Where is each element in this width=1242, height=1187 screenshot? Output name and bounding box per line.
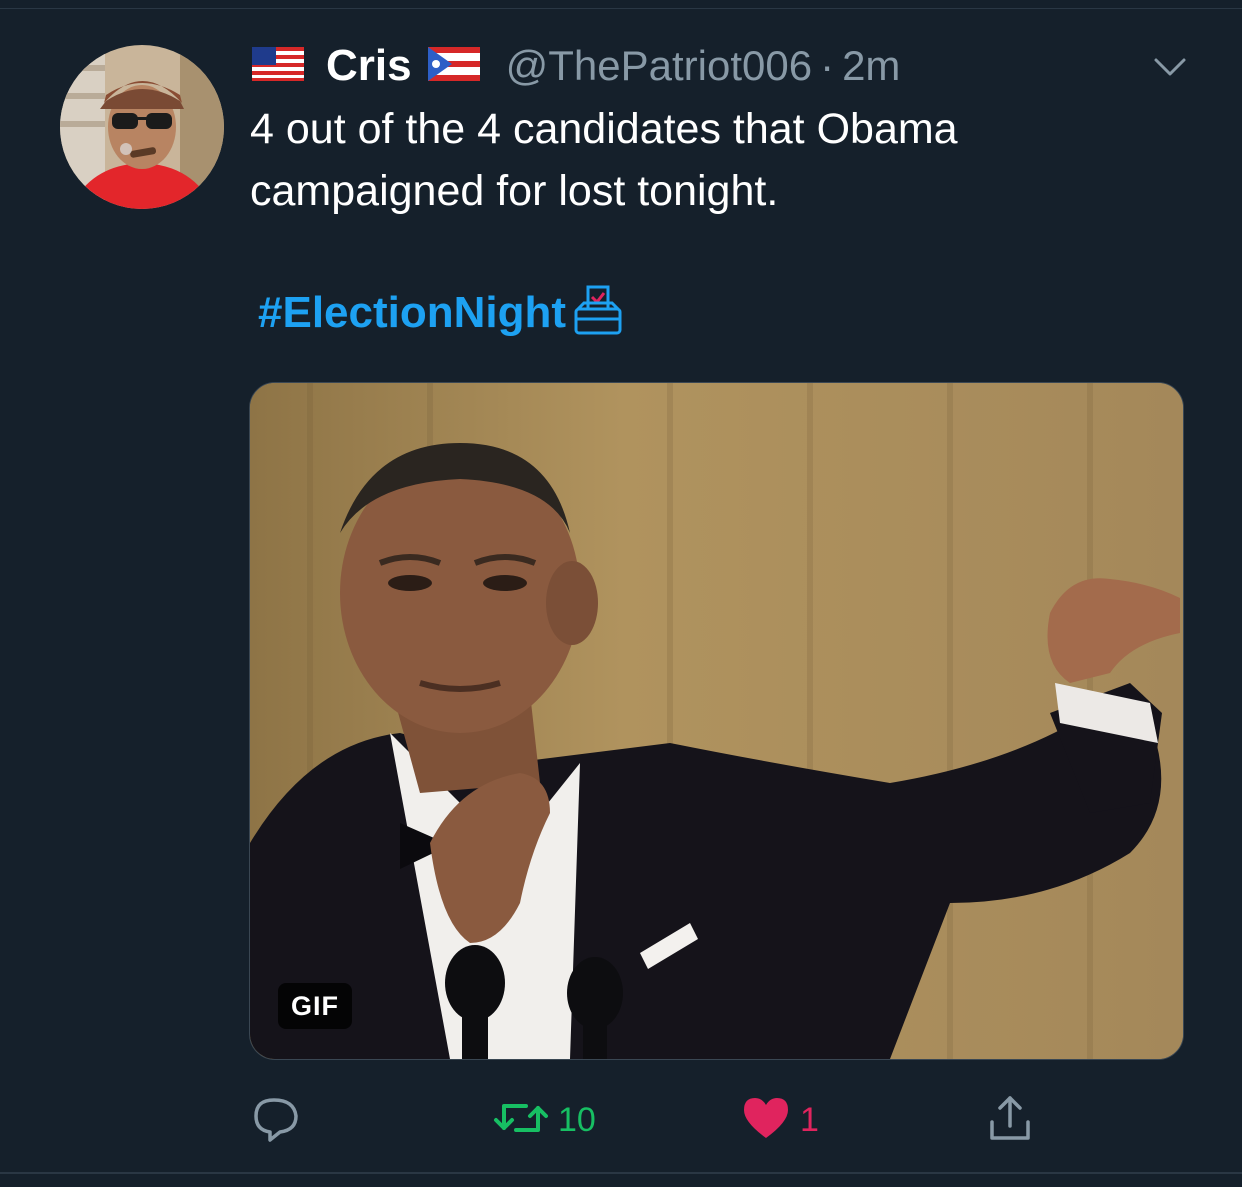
avatar[interactable] xyxy=(60,45,224,209)
puerto-rico-flag-icon xyxy=(427,46,480,86)
timestamp[interactable]: 2m xyxy=(842,42,900,90)
like-count: 1 xyxy=(800,1100,819,1139)
gif-media[interactable]: GIF xyxy=(249,382,1184,1060)
share-icon xyxy=(984,1092,1036,1149)
user-handle[interactable]: @ThePatriot006 xyxy=(506,42,812,90)
display-name[interactable]: Cris xyxy=(326,41,412,91)
divider xyxy=(0,1172,1242,1174)
reply-icon xyxy=(250,1092,302,1149)
retweet-button[interactable]: 10 xyxy=(492,1090,596,1150)
reply-button[interactable] xyxy=(250,1090,302,1150)
retweet-icon xyxy=(492,1092,550,1149)
action-bar: 10 1 xyxy=(0,1090,1242,1150)
hashtag-row: #ElectionNight xyxy=(258,282,624,344)
us-flag-icon xyxy=(252,46,304,86)
separator-dot: · xyxy=(820,42,835,89)
like-button[interactable]: 1 xyxy=(740,1090,819,1150)
chevron-down-icon[interactable] xyxy=(1150,52,1190,82)
tweet-text: 4 out of the 4 candidates that Obama cam… xyxy=(250,105,958,215)
tweet-header: Cris @ThePatriot006 · 2m xyxy=(252,38,900,94)
share-button[interactable] xyxy=(984,1090,1036,1150)
heart-icon xyxy=(740,1092,792,1149)
divider xyxy=(0,8,1242,9)
gif-badge: GIF xyxy=(278,983,352,1029)
ballot-box-icon xyxy=(572,285,624,342)
hashtag-link[interactable]: #ElectionNight xyxy=(258,288,566,338)
tweet[interactable]: Cris @ThePatriot006 · 2m 4 out of the 4 … xyxy=(0,0,1242,1187)
retweet-count: 10 xyxy=(558,1100,596,1139)
